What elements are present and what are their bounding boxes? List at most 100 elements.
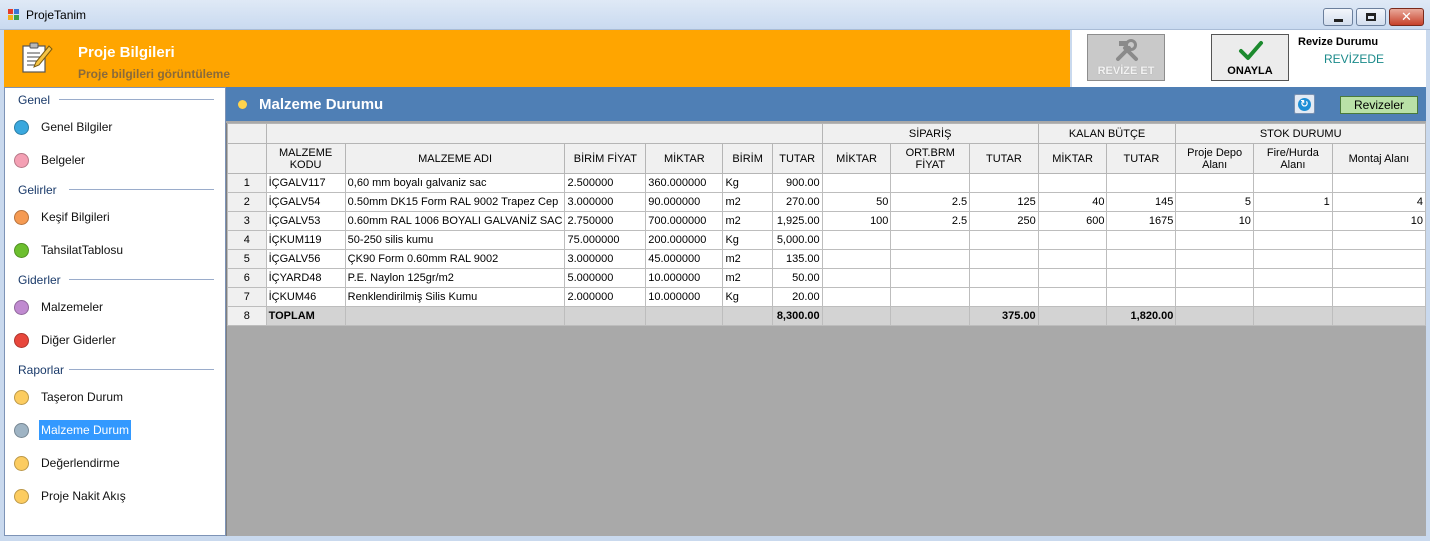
sidebar-item-diger-giderler[interactable]: Diğer Giderler	[14, 329, 118, 351]
onayla-button[interactable]: ONAYLA	[1211, 34, 1289, 81]
table-cell[interactable]: 200.000000	[645, 230, 724, 250]
table-cell[interactable]: m2	[722, 249, 773, 269]
column-header[interactable]: Montaj Alanı	[1331, 143, 1426, 174]
table-cell[interactable]: 20.00	[771, 287, 823, 307]
table-cell[interactable]	[1106, 268, 1177, 288]
sidebar-item-kesif-bilgileri[interactable]: Keşif Bilgileri	[14, 206, 112, 228]
table-cell[interactable]: 4	[1331, 192, 1426, 212]
table-cell[interactable]	[1252, 173, 1333, 193]
table-cell[interactable]	[890, 173, 971, 193]
table-cell[interactable]: Kg	[722, 287, 773, 307]
table-cell[interactable]: İÇKUM119	[265, 230, 346, 250]
column-header[interactable]: MALZEME KODU	[265, 143, 346, 174]
table-cell[interactable]	[1037, 287, 1108, 307]
table-cell[interactable]: 50-250 silis kumu	[344, 230, 566, 250]
table-cell[interactable]	[1175, 268, 1254, 288]
table-cell[interactable]: 5.000000	[564, 268, 647, 288]
table-cell[interactable]: 5	[1175, 192, 1254, 212]
table-cell[interactable]: m2	[722, 211, 773, 231]
table-cell[interactable]	[890, 287, 971, 307]
table-row[interactable]: 2 İÇGALV54 0.50mm DK15 Form RAL 9002 Trape…	[227, 192, 1426, 212]
table-row[interactable]: 6 İÇYARD48 P.E. Naylon 125gr/m2 5.000000 10.…	[227, 268, 1426, 288]
table-cell[interactable]: 1,925.00	[771, 211, 823, 231]
sidebar-item-malzemeler[interactable]: Malzemeler	[14, 296, 105, 318]
table-cell[interactable]: 3.000000	[564, 249, 647, 269]
table-cell[interactable]	[1175, 249, 1254, 269]
table-cell[interactable]: 125	[969, 192, 1039, 212]
column-header[interactable]: TUTAR	[1106, 143, 1177, 174]
table-cell[interactable]: İÇYARD48	[265, 268, 346, 288]
table-cell[interactable]	[969, 287, 1039, 307]
table-cell[interactable]: Renklendirilmiş Silis Kumu	[344, 287, 566, 307]
sidebar-item-taseron-durum[interactable]: Taşeron Durum	[14, 386, 125, 408]
table-cell[interactable]	[1037, 173, 1108, 193]
table-cell[interactable]	[1037, 249, 1108, 269]
table-row[interactable]: 4 İÇKUM119 50-250 silis kumu 75.000000 200.0…	[227, 230, 1426, 250]
table-cell[interactable]	[969, 268, 1039, 288]
table-cell[interactable]: 360.000000	[645, 173, 724, 193]
table-row[interactable]: 5 İÇGALV56 ÇK90 Form 0.60mm RAL 9002 3.0000…	[227, 249, 1426, 269]
table-cell[interactable]	[1037, 230, 1108, 250]
table-cell[interactable]: 1675	[1106, 211, 1177, 231]
table-cell[interactable]: 2.5	[890, 211, 971, 231]
table-cell[interactable]	[890, 249, 971, 269]
table-cell[interactable]	[890, 268, 971, 288]
table-cell[interactable]: İÇGALV53	[265, 211, 346, 231]
table-cell[interactable]: 600	[1037, 211, 1108, 231]
close-button[interactable]: ✕	[1389, 8, 1424, 26]
table-cell[interactable]: 50	[821, 192, 892, 212]
sidebar-item-degerlendirme[interactable]: Değerlendirme	[14, 452, 122, 474]
table-cell[interactable]: 270.00	[771, 192, 823, 212]
row-number-cell[interactable]: 5	[227, 249, 267, 269]
table-cell[interactable]: 0.60mm RAL 1006 BOYALI GALVANİZ SAC	[344, 211, 566, 231]
revize-et-button[interactable]: REVİZE ET	[1087, 34, 1165, 81]
table-row[interactable]: 7 İÇKUM46 Renklendirilmiş Silis Kumu 2.0000…	[227, 287, 1426, 307]
column-header[interactable]: Fire/Hurda Alanı	[1252, 143, 1333, 174]
table-cell[interactable]: 100	[821, 211, 892, 231]
column-header[interactable]: MİKTAR	[821, 143, 892, 174]
table-cell[interactable]: m2	[722, 192, 773, 212]
table-cell[interactable]	[890, 230, 971, 250]
table-cell[interactable]	[1175, 287, 1254, 307]
row-number-cell[interactable]: 2	[227, 192, 267, 212]
table-cell[interactable]: 135.00	[771, 249, 823, 269]
table-row[interactable]: 3 İÇGALV53 0.60mm RAL 1006 BOYALI GALVANİZ…	[227, 211, 1426, 231]
table-cell[interactable]: 1	[1252, 192, 1333, 212]
table-cell[interactable]: 2.5	[890, 192, 971, 212]
table-cell[interactable]: 90.000000	[645, 192, 724, 212]
table-cell[interactable]	[1331, 287, 1426, 307]
table-cell[interactable]	[821, 230, 892, 250]
table-cell[interactable]: 10	[1175, 211, 1254, 231]
table-cell[interactable]: İÇGALV117	[265, 173, 346, 193]
row-number-cell[interactable]: 7	[227, 287, 267, 307]
column-header[interactable]: MALZEME ADI	[344, 143, 566, 174]
table-cell[interactable]	[1106, 173, 1177, 193]
row-number-cell[interactable]: 3	[227, 211, 267, 231]
table-cell[interactable]	[1331, 173, 1426, 193]
table-cell[interactable]	[821, 249, 892, 269]
table-cell[interactable]	[969, 173, 1039, 193]
table-cell[interactable]: 50.00	[771, 268, 823, 288]
table-cell[interactable]	[1175, 173, 1254, 193]
table-cell[interactable]	[1252, 211, 1333, 231]
table-cell[interactable]	[1175, 230, 1254, 250]
table-cell[interactable]: 10	[1331, 211, 1426, 231]
table-cell[interactable]	[1106, 230, 1177, 250]
table-cell[interactable]: 40	[1037, 192, 1108, 212]
table-cell[interactable]: 0.50mm DK15 Form RAL 9002 Trapez Cep	[344, 192, 566, 212]
table-cell[interactable]: 145	[1106, 192, 1177, 212]
minimize-button[interactable]	[1323, 8, 1353, 26]
table-cell[interactable]: İÇGALV56	[265, 249, 346, 269]
table-cell[interactable]: 3.000000	[564, 192, 647, 212]
table-cell[interactable]: 2.000000	[564, 287, 647, 307]
table-cell[interactable]: 2.750000	[564, 211, 647, 231]
table-cell[interactable]	[969, 230, 1039, 250]
row-number-cell[interactable]: 4	[227, 230, 267, 250]
table-cell[interactable]: ÇK90 Form 0.60mm RAL 9002	[344, 249, 566, 269]
maximize-button[interactable]	[1356, 8, 1386, 26]
table-row[interactable]: 1 İÇGALV117 0,60 mm boyalı galvaniz sac 2.5…	[227, 173, 1426, 193]
table-cell[interactable]: Kg	[722, 173, 773, 193]
table-cell[interactable]	[1106, 287, 1177, 307]
table-cell[interactable]: 250	[969, 211, 1039, 231]
table-cell[interactable]: 10.000000	[645, 287, 724, 307]
